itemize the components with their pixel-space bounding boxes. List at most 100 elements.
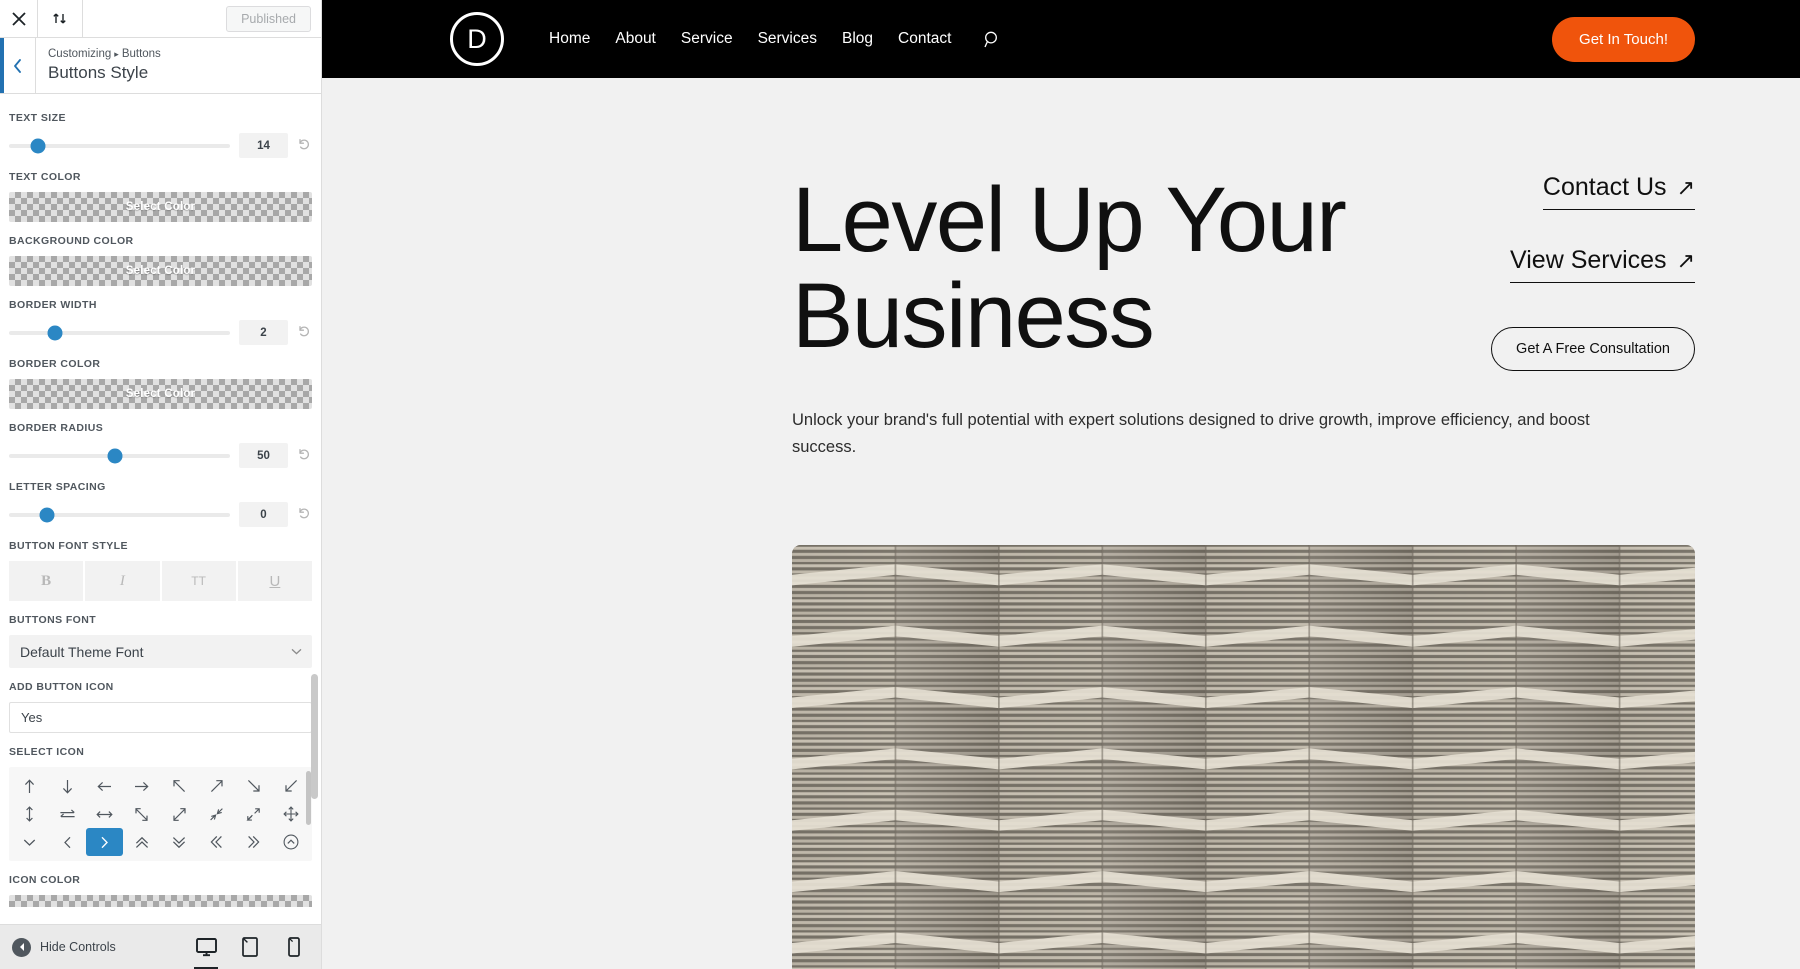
undo-icon[interactable] [297,138,312,154]
text-size-value[interactable]: 14 [239,133,288,158]
hero-heading: Level Up Your Business [792,172,1452,364]
slider-row: 50 [9,443,312,468]
nav-link-home[interactable]: Home [549,30,590,48]
chevron-left-icon[interactable] [48,828,85,856]
control-label: ADD BUTTON ICON [9,681,114,693]
nav-link-contact[interactable]: Contact [898,30,951,48]
chevrons-left-icon[interactable] [198,828,235,856]
undo-icon[interactable] [297,448,312,464]
uppercase-button[interactable]: TT [161,561,236,601]
icon-row [11,828,310,856]
close-icon[interactable] [0,0,38,37]
nav-link-services[interactable]: Services [758,30,817,48]
collapse-arrows-icon[interactable] [38,0,83,37]
arrows-expand-out-icon[interactable] [235,800,272,828]
hero-image [792,544,1695,969]
nav-link-about[interactable]: About [615,30,656,48]
chevrons-up-icon[interactable] [123,828,160,856]
chevrons-right-icon[interactable] [235,828,272,856]
arrows-diagonal-sw-ne-icon[interactable] [161,800,198,828]
undo-icon[interactable] [297,325,312,341]
text-size-slider[interactable] [9,138,230,153]
hero-actions: Contact Us ↗ View Services ↗ Get A Free … [1491,173,1695,371]
bold-button[interactable]: B [9,561,84,601]
hero-section: Level Up Your Business Unlock your brand… [322,78,1800,969]
letter-spacing-value[interactable]: 0 [239,502,288,527]
view-services-link[interactable]: View Services ↗ [1510,246,1695,283]
arrow-up-left-icon[interactable] [161,772,198,800]
sidebar-scrollbar[interactable] [311,674,318,799]
customizer-sidebar: Published Customizing ▸ Buttons Buttons St… [0,0,322,969]
free-consultation-button[interactable]: Get A Free Consultation [1491,327,1695,371]
slider-row: 0 [9,502,312,527]
arrow-up-icon[interactable] [11,772,48,800]
page-title: Buttons Style [48,63,149,83]
underline-button[interactable]: U [237,561,312,601]
hide-controls-button[interactable]: Hide Controls [12,937,116,957]
arrow-down-left-icon[interactable] [273,772,310,800]
search-icon[interactable] [984,31,1001,48]
control-label: BUTTONS FONT [9,614,97,626]
control-border-color: BORDER COLOR Select Color [9,358,312,409]
circle-chevron-up-icon[interactable] [273,828,310,856]
background-color-swatch[interactable]: Select Color [9,256,312,286]
chevron-left-icon[interactable] [0,38,36,93]
slider-thumb[interactable] [30,138,46,153]
arrows-vertical-icon[interactable] [11,800,48,828]
text-color-swatch[interactable]: Select Color [9,192,312,222]
tablet-preview-button[interactable] [235,932,265,963]
slider-thumb[interactable] [39,507,55,522]
buttons-font-value: Default Theme Font [20,643,144,660]
control-text-color: TEXT COLOR Select Color [9,171,312,222]
arrows-horizontal-icon[interactable] [86,800,123,828]
chevron-right-icon[interactable] [85,828,124,856]
border-radius-slider[interactable] [9,448,230,463]
arrows-collapse-in-icon[interactable] [198,800,235,828]
add-button-icon-field[interactable]: Yes [9,702,312,733]
icon-color-swatch[interactable] [9,895,312,907]
undo-icon[interactable] [297,507,312,523]
mobile-preview-button[interactable] [279,932,309,963]
slider-thumb[interactable] [107,448,123,463]
arrow-up-right-icon[interactable] [198,772,235,800]
get-in-touch-button[interactable]: Get In Touch! [1552,16,1695,62]
breadcrumb-separator: ▸ [114,48,119,59]
arrow-down-right-icon[interactable] [235,772,272,800]
publish-button[interactable]: Published [226,5,311,32]
border-radius-value[interactable]: 50 [239,443,288,468]
nav-link-service[interactable]: Service [681,30,733,48]
border-width-value[interactable]: 2 [239,320,288,345]
chevrons-down-icon[interactable] [161,828,198,856]
nav-link-blog[interactable]: Blog [842,30,873,48]
arrows-diagonal-nw-se-icon[interactable] [123,800,160,828]
view-services-label: View Services [1510,246,1667,274]
customizer-screen: Published Customizing ▸ Buttons Buttons St… [0,0,1800,969]
control-select-icon: SELECT ICON [9,746,312,861]
customizer-panel-header: Customizing ▸ Buttons Buttons Style [0,38,321,94]
hero-content: Level Up Your Business Unlock your brand… [322,172,1800,461]
control-text-size: TEXT SIZE 14 [9,112,312,158]
swatch-label: Select Color [125,201,196,213]
building-photo [792,544,1695,969]
letter-spacing-slider[interactable] [9,507,230,522]
customizer-footer: Hide Controls [0,924,321,969]
arrow-down-icon[interactable] [48,772,85,800]
panel-titles: Customizing ▸ Buttons Buttons Style [36,46,161,85]
buttons-font-select[interactable]: Default Theme Font [9,635,312,668]
site-logo[interactable]: D [450,12,504,66]
contact-us-link[interactable]: Contact Us ↗ [1542,173,1695,210]
font-style-buttons: B I TT U [9,561,312,601]
chevron-down-icon[interactable] [11,828,48,856]
arrow-left-icon[interactable] [86,772,123,800]
italic-button[interactable]: I [85,561,160,601]
breadcrumb-section: Buttons [121,47,161,60]
border-width-slider[interactable] [9,325,230,340]
control-background-color: BACKGROUND COLOR Select Color [9,235,312,286]
control-label: ICON COLOR [9,874,81,886]
arrow-right-icon[interactable] [123,772,160,800]
arrows-move-icon[interactable] [273,800,310,828]
arrows-exchange-icon[interactable] [48,800,85,828]
slider-thumb[interactable] [47,325,63,340]
border-color-swatch[interactable]: Select Color [9,379,312,409]
desktop-preview-button[interactable] [191,932,221,969]
